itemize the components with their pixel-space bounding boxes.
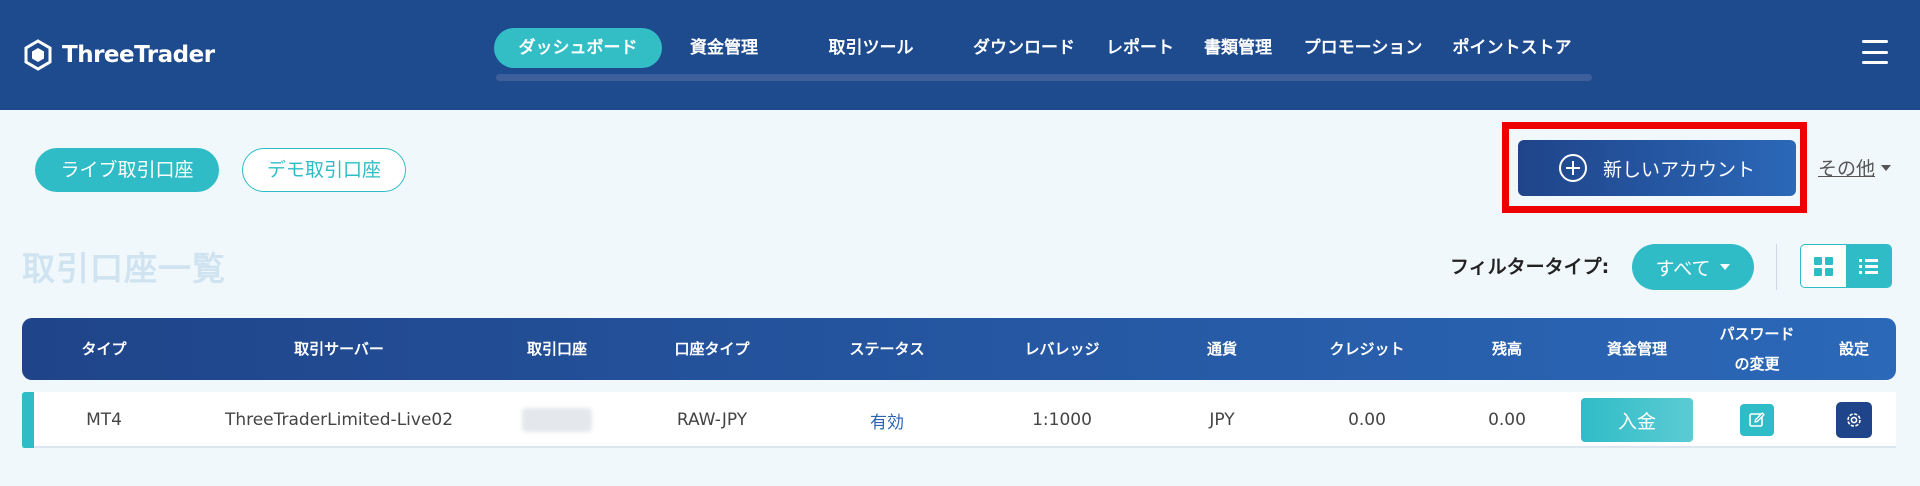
other-dropdown[interactable]: その他 <box>1818 154 1892 181</box>
col-balance: 残高 <box>1491 340 1522 358</box>
other-label: その他 <box>1818 158 1876 180</box>
blurred-account-number <box>522 408 592 432</box>
filter-type-dropdown[interactable]: すべて <box>1632 244 1754 290</box>
cell-credit: 0.00 <box>1348 410 1386 430</box>
tab-demo-accounts[interactable]: デモ取引口座 <box>242 148 406 192</box>
col-password-line2: の変更 <box>1734 355 1780 373</box>
new-account-label: 新しいアカウント <box>1602 158 1755 181</box>
grid-view-button[interactable] <box>1801 245 1846 287</box>
nav-download[interactable]: ダウンロード <box>960 28 1088 68</box>
cell-password <box>1702 392 1812 448</box>
caret-down-icon <box>1881 164 1892 171</box>
nav-scrollbar[interactable] <box>496 74 1592 81</box>
cell-funds: 入金 <box>1572 392 1702 448</box>
col-password-line1: パスワード <box>1719 325 1795 343</box>
page-title: 取引口座一覧 <box>22 249 226 288</box>
nav-dashboard[interactable]: ダッシュボード <box>494 28 662 68</box>
col-status: ステータス <box>849 340 925 358</box>
col-account: 取引口座 <box>526 340 587 358</box>
cell-settings <box>1812 392 1896 448</box>
col-type: タイプ <box>81 340 127 358</box>
col-credit: クレジット <box>1329 340 1405 358</box>
cell-status: 有効 <box>870 412 904 433</box>
nav-promotion[interactable]: プロモーション <box>1296 28 1430 68</box>
col-funds: 資金管理 <box>1606 340 1667 358</box>
nav-report[interactable]: レポート <box>1100 28 1180 68</box>
cell-balance: 0.00 <box>1488 410 1526 430</box>
nav-point-store[interactable]: ポイントストア <box>1446 28 1578 68</box>
cell-leverage: 1:1000 <box>1032 410 1092 430</box>
col-server: 取引サーバー <box>294 340 384 358</box>
cell-currency: JPY <box>1209 410 1235 430</box>
settings-button[interactable] <box>1836 402 1872 438</box>
col-password: パスワード の変更 <box>1702 318 1812 380</box>
filter-label: フィルタータイプ: <box>1450 256 1610 278</box>
cell-account <box>492 392 622 448</box>
nav-documents[interactable]: 書類管理 <box>1194 28 1282 68</box>
list-icon <box>1859 258 1878 274</box>
edit-icon <box>1749 412 1765 427</box>
nav-trading-tools[interactable]: 取引ツール <box>806 28 936 68</box>
cell-account-type: RAW-JPY <box>676 410 748 430</box>
tab-live-accounts[interactable]: ライブ取引口座 <box>35 148 219 192</box>
deposit-button[interactable]: 入金 <box>1581 398 1693 442</box>
gear-icon <box>1847 413 1861 427</box>
table-row: MT4 ThreeTraderLimited-Live02 RAW-JPY 有効… <box>22 392 1896 448</box>
nav-funds[interactable]: 資金管理 <box>664 28 784 68</box>
list-view-button[interactable] <box>1846 245 1891 287</box>
view-toggle <box>1800 244 1892 288</box>
hamburger-menu-icon[interactable] <box>1862 40 1888 64</box>
col-settings: 設定 <box>1838 340 1869 358</box>
filter-selected: すべて <box>1655 257 1711 280</box>
cell-type: MT4 <box>86 410 122 430</box>
top-header: ThreeTrader ダッシュボード 資金管理 取引ツール ダウンロード レポ… <box>0 0 1920 110</box>
chevron-down-icon <box>1720 264 1731 270</box>
grid-icon <box>1814 256 1833 276</box>
col-leverage: レバレッジ <box>1024 340 1100 358</box>
new-account-button[interactable]: 新しいアカウント <box>1518 140 1796 196</box>
divider <box>1776 244 1777 290</box>
col-account-type: 口座タイプ <box>674 340 750 358</box>
main-nav: ダッシュボード 資金管理 取引ツール ダウンロード レポート 書類管理 プロモー… <box>0 0 1920 110</box>
table-header: タイプ 取引サーバー 取引口座 口座タイプ ステータス レバレッジ 通貨 クレジ… <box>22 318 1896 380</box>
col-currency: 通貨 <box>1206 340 1237 358</box>
cell-server: ThreeTraderLimited-Live02 <box>224 410 454 430</box>
plus-circle-icon <box>1558 154 1587 182</box>
change-password-button[interactable] <box>1740 404 1774 436</box>
